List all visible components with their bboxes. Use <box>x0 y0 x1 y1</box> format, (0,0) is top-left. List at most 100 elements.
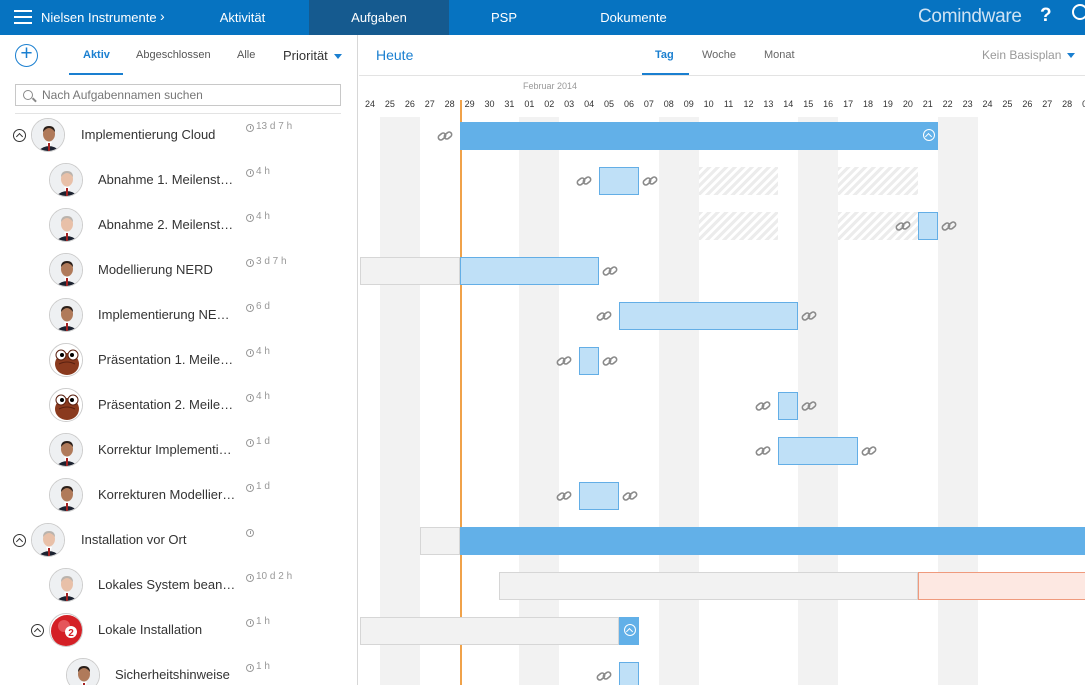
sort-priority-dropdown[interactable]: Priorität <box>283 48 342 63</box>
task-row[interactable]: Abnahme 2. Meilenst… 4 h <box>0 204 357 249</box>
link-icon[interactable] <box>596 669 612 683</box>
help-icon[interactable]: ? <box>1040 5 1052 27</box>
link-icon[interactable] <box>437 129 453 143</box>
link-icon[interactable] <box>556 489 572 503</box>
link-icon[interactable] <box>861 444 877 458</box>
collapse-toggle-icon[interactable] <box>13 534 26 547</box>
task-row[interactable]: Korrektur Implementi… 1 d <box>0 429 357 474</box>
today-button[interactable]: Heute <box>376 47 413 63</box>
link-icon[interactable] <box>755 399 771 413</box>
tab-aktiv[interactable]: Aktiv <box>83 49 110 61</box>
hamburger-menu-icon[interactable] <box>14 10 32 24</box>
day-label: 02 <box>544 99 555 109</box>
collapse-toggle-icon[interactable] <box>31 624 44 637</box>
summary-bar[interactable] <box>460 527 1085 555</box>
collapse-icon[interactable] <box>624 624 636 636</box>
workspace-name[interactable]: Nielsen Instrumente <box>41 10 157 25</box>
scale-tab-tag[interactable]: Tag <box>655 49 674 61</box>
link-icon[interactable] <box>941 219 957 233</box>
clock-icon <box>246 664 254 672</box>
overdue-bar[interactable] <box>918 572 1085 600</box>
task-duration: 3 d 7 h <box>256 256 287 267</box>
baseline-bar[interactable] <box>420 527 460 555</box>
chevron-down-icon <box>1067 53 1076 59</box>
link-icon[interactable] <box>576 174 592 188</box>
tab-abgeschlossen[interactable]: Abgeschlossen <box>136 49 211 61</box>
task-row[interactable]: Präsentation 1. Meile… 4 h <box>0 339 357 384</box>
add-task-button[interactable]: + <box>15 43 38 67</box>
task-row[interactable]: Implementierung Cloud 13 d 7 h <box>0 114 357 159</box>
day-label: 11 <box>723 99 734 109</box>
link-icon[interactable] <box>642 174 658 188</box>
search-icon[interactable] <box>1072 4 1085 20</box>
link-icon[interactable] <box>801 399 817 413</box>
baseline-bar[interactable] <box>360 257 460 285</box>
task-row[interactable]: Sicherheitshinweise 1 h <box>0 654 357 685</box>
task-bar[interactable] <box>579 347 599 375</box>
task-row[interactable]: Präsentation 2. Meile… 4 h <box>0 384 357 429</box>
task-row[interactable]: Installation vor Ort <box>0 519 357 564</box>
chevron-right-icon[interactable]: › <box>160 8 165 24</box>
nav-aktivitaet[interactable]: Aktivität <box>190 0 295 35</box>
task-name: Präsentation 2. Meile… <box>98 397 234 412</box>
link-icon[interactable] <box>895 219 911 233</box>
day-label: 26 <box>1022 99 1033 109</box>
link-icon[interactable] <box>556 354 572 368</box>
link-icon[interactable] <box>602 354 618 368</box>
task-row[interactable]: 2 Lokale Installation 1 h <box>0 609 357 654</box>
task-bar[interactable] <box>619 662 639 685</box>
clock-icon <box>246 259 254 267</box>
gantt-panel: Heute Tag Woche Monat Kein Basisplan Feb… <box>359 35 1085 685</box>
group-badge-avatar: 2 <box>49 613 83 647</box>
top-navigation-bar: Nielsen Instrumente › Aktivität Aufgaben… <box>0 0 1085 35</box>
collapse-toggle-icon[interactable] <box>13 129 26 142</box>
man-dark-hair-avatar <box>49 433 83 467</box>
link-icon[interactable] <box>596 309 612 323</box>
task-search-input[interactable] <box>42 87 332 103</box>
day-label: 26 <box>404 99 415 109</box>
link-icon[interactable] <box>602 264 618 278</box>
day-label: 01 <box>524 99 535 109</box>
tab-alle[interactable]: Alle <box>237 49 255 61</box>
non-working-period <box>699 167 778 195</box>
task-bar[interactable] <box>579 482 619 510</box>
link-icon[interactable] <box>801 309 817 323</box>
task-name: Abnahme 2. Meilenst… <box>98 217 234 232</box>
task-row[interactable]: Korrekturen Modellier… 1 d <box>0 474 357 519</box>
task-row[interactable]: Modellierung NERD 3 d 7 h <box>0 249 357 294</box>
link-icon[interactable] <box>755 444 771 458</box>
task-bar[interactable] <box>460 257 599 285</box>
man-dark-hair-avatar <box>49 298 83 332</box>
task-bar[interactable] <box>918 212 938 240</box>
weekend-column <box>380 117 420 685</box>
task-name: Implementierung Cloud <box>81 127 216 142</box>
task-bar[interactable] <box>778 392 798 420</box>
link-icon[interactable] <box>622 489 638 503</box>
baseline-bar[interactable] <box>499 572 918 600</box>
scale-tab-monat[interactable]: Monat <box>764 49 795 61</box>
nav-aufgaben[interactable]: Aufgaben <box>309 0 449 35</box>
task-bar[interactable] <box>599 167 639 195</box>
day-label: 28 <box>1062 99 1073 109</box>
nav-dokumente[interactable]: Dokumente <box>586 0 681 35</box>
task-search-box[interactable] <box>15 84 341 106</box>
baseline-bar[interactable] <box>360 617 619 645</box>
task-duration: 4 h <box>256 211 270 222</box>
task-row[interactable]: Lokales System bean… 10 d 2 h <box>0 564 357 609</box>
clock-icon <box>246 484 254 492</box>
summary-bar[interactable] <box>619 617 639 645</box>
collapse-icon[interactable] <box>923 129 935 141</box>
man-grey-hair-avatar <box>49 163 83 197</box>
day-label: 05 <box>604 99 615 109</box>
task-bar[interactable] <box>619 302 798 330</box>
task-bar[interactable] <box>778 437 858 465</box>
baseline-dropdown[interactable]: Kein Basisplan <box>982 48 1076 62</box>
scale-tab-woche[interactable]: Woche <box>702 49 736 61</box>
man-grey-hair-avatar <box>49 568 83 602</box>
nav-psp[interactable]: PSP <box>465 0 543 35</box>
task-duration: 4 h <box>256 166 270 177</box>
day-label: 27 <box>424 99 435 109</box>
task-row[interactable]: Abnahme 1. Meilenst… 4 h <box>0 159 357 204</box>
task-row[interactable]: Implementierung NE… 6 d <box>0 294 357 339</box>
summary-bar[interactable] <box>460 122 938 150</box>
